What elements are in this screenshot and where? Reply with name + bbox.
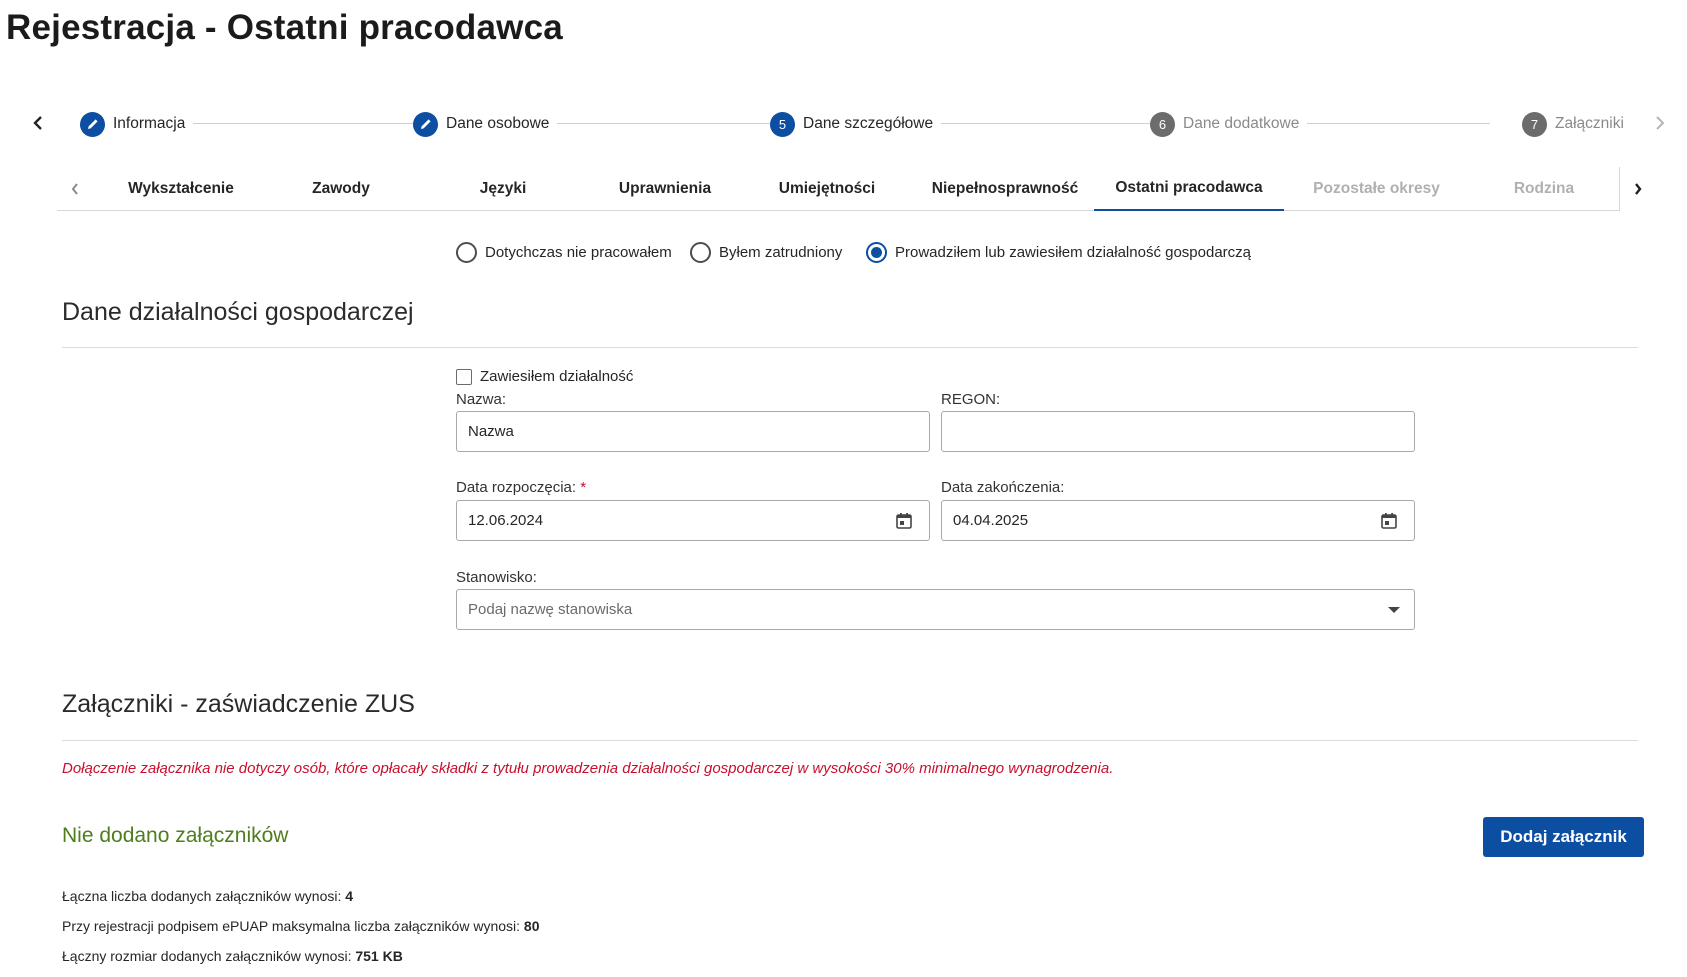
- pencil-icon: [413, 111, 438, 137]
- stepper-prev-button[interactable]: [26, 110, 50, 136]
- tab-zawody[interactable]: Zawody: [267, 167, 415, 211]
- step-zalaczniki[interactable]: 7 Załączniki: [1522, 111, 1632, 137]
- tab-pozostale-okresy[interactable]: Pozostałe okresy: [1284, 167, 1469, 211]
- stat-attachment-count: Łączna liczba dodanych załączników wynos…: [62, 888, 353, 904]
- step-dane-szczegolowe[interactable]: 5 Dane szczegółowe: [770, 111, 942, 137]
- radio-label: Dotychczas nie pracowałem: [485, 244, 672, 261]
- no-attachments-message: Nie dodano załączników: [62, 824, 289, 847]
- end-date-value: 04.04.2025: [953, 512, 1029, 529]
- suspended-checkbox[interactable]: [456, 368, 472, 385]
- tab-umiejetnosci[interactable]: Umiejętności: [753, 167, 901, 211]
- tab-niepelnosprawnosc[interactable]: Niepełnosprawność: [915, 167, 1095, 211]
- radio-nie-pracowalem[interactable]: Dotychczas nie pracowałem: [456, 242, 672, 263]
- tabs-next-button[interactable]: [1619, 167, 1655, 211]
- stat-max-attachments: Przy rejestracji podpisem ePUAP maksymal…: [62, 918, 540, 934]
- pencil-icon: [80, 111, 105, 137]
- end-date-label: Data zakończenia:: [941, 479, 1065, 496]
- radio-circle[interactable]: [690, 242, 711, 263]
- stat-total-size: Łączny rozmiar dodanych załączników wyno…: [62, 948, 403, 964]
- detail-tabs: Wykształcenie Zawody Języki Uprawnienia …: [57, 167, 1655, 211]
- required-marker: *: [580, 479, 587, 496]
- regon-label: REGON:: [941, 391, 1001, 408]
- chevron-right-icon: [1634, 183, 1642, 195]
- step-number: 7: [1522, 111, 1547, 137]
- calendar-icon[interactable]: [1380, 512, 1398, 530]
- step-number: 6: [1150, 111, 1175, 137]
- start-date-label: Data rozpoczęcia: *: [456, 479, 586, 496]
- calendar-icon[interactable]: [895, 512, 913, 530]
- radio-label: Prowadziłem lub zawiesiłem działalność g…: [895, 244, 1252, 261]
- chevron-left-icon: [71, 183, 78, 195]
- page-title: Rejestracja - Ostatni pracodawca: [6, 8, 563, 47]
- step-label: Informacja: [113, 115, 186, 132]
- tab-ostatni-pracodawca[interactable]: Ostatni pracodawca: [1094, 167, 1284, 211]
- stat-value: 80: [523, 918, 540, 934]
- position-label: Stanowisko:: [456, 569, 537, 586]
- chevron-down-icon[interactable]: [1388, 607, 1400, 613]
- start-date-input[interactable]: 12.06.2024: [456, 500, 930, 541]
- step-label: Dane osobowe: [446, 115, 550, 132]
- radio-circle[interactable]: [456, 242, 477, 263]
- radio-circle-selected[interactable]: [866, 242, 887, 263]
- stat-label: Przy rejestracji podpisem ePUAP maksymal…: [62, 918, 524, 934]
- stat-value: 751 KB: [355, 948, 403, 964]
- step-label: Dane dodatkowe: [1183, 115, 1300, 132]
- tab-rodzina[interactable]: Rodzina: [1469, 167, 1619, 211]
- add-attachment-button[interactable]: Dodaj załącznik: [1483, 817, 1644, 857]
- name-label: Nazwa:: [456, 391, 507, 408]
- chevron-right-icon: [1656, 116, 1665, 130]
- step-informacja[interactable]: Informacja: [80, 111, 194, 137]
- step-dane-osobowe[interactable]: Dane osobowe: [413, 111, 558, 137]
- name-input[interactable]: Nazwa: [456, 411, 930, 452]
- suspended-checkbox-row[interactable]: Zawiesiłem działalność: [456, 368, 633, 385]
- tabs-prev-button[interactable]: [57, 167, 93, 211]
- attachments-note: Dołączenie załącznika nie dotyczy osób, …: [62, 760, 1114, 777]
- end-date-input[interactable]: 04.04.2025: [941, 500, 1415, 541]
- radio-zatrudniony[interactable]: Byłem zatrudniony: [690, 242, 842, 263]
- regon-input[interactable]: [941, 411, 1415, 452]
- step-label: Dane szczegółowe: [803, 115, 934, 132]
- divider: [62, 347, 1638, 348]
- chevron-left-icon: [33, 116, 42, 130]
- step-label: Załączniki: [1555, 115, 1624, 132]
- radio-dzialalnosc[interactable]: Prowadziłem lub zawiesiłem działalność g…: [866, 242, 1251, 263]
- stat-label: Łączny rozmiar dodanych załączników wyno…: [62, 948, 356, 964]
- business-section-title: Dane działalności gospodarczej: [62, 298, 414, 326]
- stat-label: Łączna liczba dodanych załączników wynos…: [62, 888, 346, 904]
- position-placeholder: Podaj nazwę stanowiska: [468, 601, 633, 618]
- tab-jezyki[interactable]: Języki: [429, 167, 577, 211]
- tab-uprawnienia[interactable]: Uprawnienia: [591, 167, 739, 211]
- start-date-label-text: Data rozpoczęcia:: [456, 479, 577, 496]
- stat-value: 4: [345, 888, 354, 904]
- attachments-section-title: Załączniki - zaświadczenie ZUS: [62, 690, 415, 718]
- divider: [62, 740, 1638, 741]
- name-value: Nazwa: [468, 423, 514, 440]
- step-dane-dodatkowe[interactable]: 6 Dane dodatkowe: [1150, 111, 1308, 137]
- start-date-value: 12.06.2024: [468, 512, 544, 529]
- suspended-label: Zawiesiłem działalność: [480, 368, 634, 385]
- registration-stepper: Informacja Dane osobowe 5 Dane szczegóło…: [0, 102, 1687, 146]
- radio-label: Byłem zatrudniony: [719, 244, 843, 261]
- stepper-next-button[interactable]: [1648, 110, 1672, 136]
- tab-wyksztalcenie[interactable]: Wykształcenie: [107, 167, 255, 211]
- step-number: 5: [770, 111, 795, 137]
- position-select[interactable]: Podaj nazwę stanowiska: [456, 589, 1415, 630]
